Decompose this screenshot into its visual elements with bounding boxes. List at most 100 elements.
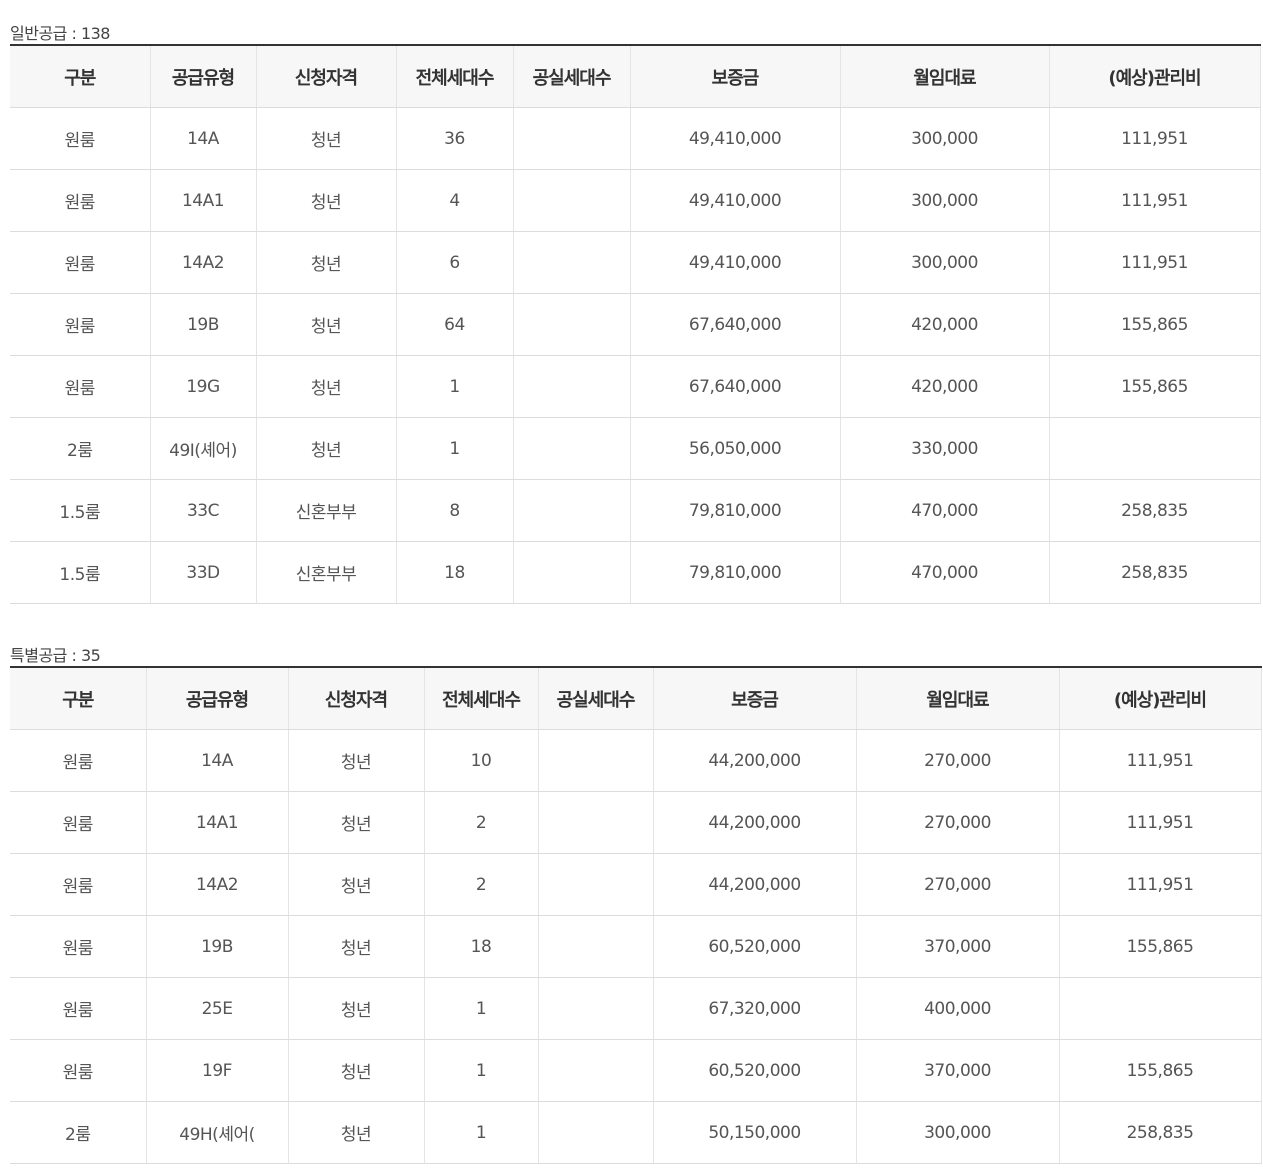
col-vacant-units-cell	[513, 231, 631, 294]
col-total-units-cell: 4	[396, 169, 514, 232]
col-eligibility-cell: 청년	[288, 977, 425, 1040]
col-eligibility-cell: 청년	[288, 1101, 425, 1164]
col-maintenance-fee-cell: 111,951	[1049, 231, 1261, 294]
col-monthly-rent-cell: 470,000	[840, 541, 1050, 604]
col-maintenance-fee-cell: 111,951	[1049, 107, 1261, 170]
col-category-cell: 2룸	[10, 1101, 147, 1164]
col-supply-type-cell: 19B	[146, 915, 289, 978]
col-category-cell: 원룸	[10, 977, 147, 1040]
col-deposit-cell: 79,810,000	[630, 479, 841, 542]
col-category-cell: 원룸	[10, 169, 151, 232]
col-eligibility-cell: 신혼부부	[256, 541, 397, 604]
col-deposit-cell: 60,520,000	[653, 915, 857, 978]
col-vacant-units-cell	[513, 107, 631, 170]
col-supply-type-cell: 14A2	[146, 853, 289, 916]
col-total-units-cell: 8	[396, 479, 514, 542]
table-row: 원룸 14A2 청년 6 49,410,000 300,000 111,951	[10, 231, 1261, 294]
col-category-cell: 원룸	[10, 355, 151, 418]
col-total-units-header: 전체세대수	[424, 667, 539, 730]
col-category-header: 구분	[10, 667, 147, 730]
col-vacant-units-cell	[538, 977, 654, 1040]
col-category-cell: 2룸	[10, 417, 151, 480]
col-vacant-units-cell	[538, 853, 654, 916]
col-supply-type-cell: 14A	[146, 729, 289, 792]
col-vacant-units-header: 공실세대수	[513, 45, 631, 108]
col-maintenance-fee-cell: 155,865	[1049, 355, 1261, 418]
table-header-row: 구분 공급유형 신청자격 전체세대수 공실세대수 보증금 월임대료 (예상)관리비	[10, 45, 1261, 108]
col-maintenance-fee-cell: 258,835	[1059, 1101, 1262, 1164]
col-vacant-units-cell	[513, 169, 631, 232]
col-monthly-rent-cell: 420,000	[840, 355, 1050, 418]
col-maintenance-fee-cell	[1059, 977, 1262, 1040]
col-vacant-units-cell	[513, 293, 631, 356]
col-total-units-cell: 2	[424, 853, 539, 916]
table-row: 원룸 19G 청년 1 67,640,000 420,000 155,865	[10, 355, 1261, 418]
col-maintenance-fee-cell: 258,835	[1049, 541, 1261, 604]
col-maintenance-fee-cell: 258,835	[1049, 479, 1261, 542]
col-monthly-rent-cell: 370,000	[856, 915, 1060, 978]
col-maintenance-fee-cell: 111,951	[1059, 729, 1262, 792]
table-row: 원룸 14A1 청년 4 49,410,000 300,000 111,951	[10, 169, 1261, 232]
col-supply-type-cell: 14A	[150, 107, 257, 170]
col-total-units-cell: 1	[424, 977, 539, 1040]
col-eligibility-cell: 청년	[288, 915, 425, 978]
col-total-units-cell: 1	[396, 417, 514, 480]
col-vacant-units-cell	[538, 1039, 654, 1102]
col-eligibility-cell: 청년	[256, 355, 397, 418]
col-deposit-cell: 67,640,000	[630, 355, 841, 418]
col-category-cell: 원룸	[10, 1039, 147, 1102]
table-row: 원룸 25E 청년 1 67,320,000 400,000	[10, 977, 1262, 1040]
col-category-cell: 원룸	[10, 107, 151, 170]
table-row: 원룸 19F 청년 1 60,520,000 370,000 155,865	[10, 1039, 1262, 1102]
col-deposit-cell: 44,200,000	[653, 729, 857, 792]
table-row: 2룸 49H(셰어(청년 1 50,150,000 300,000 258,835	[10, 1101, 1262, 1164]
col-eligibility-cell: 청년	[256, 231, 397, 294]
col-monthly-rent-cell: 330,000	[840, 417, 1050, 480]
col-category-cell: 원룸	[10, 729, 147, 792]
col-eligibility-header: 신청자격	[288, 667, 425, 730]
col-supply-type-cell: 19G	[150, 355, 257, 418]
col-total-units-cell: 2	[424, 791, 539, 854]
col-eligibility-cell: 청년	[256, 169, 397, 232]
col-category-cell: 원룸	[10, 915, 147, 978]
table-row: 원룸 14A 청년 36 49,410,000 300,000 111,951	[10, 107, 1261, 170]
col-supply-type-cell: 19F	[146, 1039, 289, 1102]
col-eligibility-cell: 청년	[288, 1039, 425, 1102]
col-monthly-rent-header: 월임대료	[856, 667, 1060, 730]
col-vacant-units-header: 공실세대수	[538, 667, 654, 730]
col-category-header: 구분	[10, 45, 151, 108]
col-category-cell: 원룸	[10, 231, 151, 294]
col-monthly-rent-cell: 270,000	[856, 853, 1060, 916]
col-monthly-rent-cell: 300,000	[840, 107, 1050, 170]
col-total-units-cell: 1	[396, 355, 514, 418]
col-supply-type-cell: 14A1	[146, 791, 289, 854]
col-total-units-cell: 18	[424, 915, 539, 978]
col-monthly-rent-header: 월임대료	[840, 45, 1050, 108]
col-maintenance-fee-cell: 155,865	[1049, 293, 1261, 356]
table-row: 2룸 49I(셰어) 청년 1 56,050,000 330,000	[10, 417, 1261, 480]
table-header-row: 구분 공급유형 신청자격 전체세대수 공실세대수 보증금 월임대료 (예상)관리비	[10, 667, 1262, 730]
col-monthly-rent-cell: 400,000	[856, 977, 1060, 1040]
col-monthly-rent-cell: 300,000	[840, 231, 1050, 294]
col-maintenance-fee-cell	[1049, 417, 1261, 480]
special-supply-title: 특별공급 : 35	[10, 646, 101, 665]
general-supply-title: 일반공급 : 138	[10, 24, 110, 43]
col-eligibility-cell: 청년	[256, 107, 397, 170]
col-supply-type-cell: 25E	[146, 977, 289, 1040]
col-supply-type-header: 공급유형	[150, 45, 257, 108]
col-supply-type-cell: 49I(셰어)	[150, 417, 257, 480]
col-deposit-cell: 67,640,000	[630, 293, 841, 356]
col-maintenance-fee-cell: 155,865	[1059, 1039, 1262, 1102]
table-row: 1.5룸 33D 신혼부부 18 79,810,000 470,000 258,835	[10, 541, 1261, 604]
col-total-units-cell: 64	[396, 293, 514, 356]
col-maintenance-fee-cell: 111,951	[1059, 791, 1262, 854]
col-supply-type-cell: 33D	[150, 541, 257, 604]
table-row: 원룸 14A1 청년 2 44,200,000 270,000 111,951	[10, 791, 1262, 854]
col-eligibility-cell: 청년	[288, 729, 425, 792]
col-vacant-units-cell	[513, 541, 631, 604]
col-total-units-cell: 1	[424, 1039, 539, 1102]
table-row: 1.5룸 33C 신혼부부 8 79,810,000 470,000 258,835	[10, 479, 1261, 542]
col-category-cell: 원룸	[10, 853, 147, 916]
col-monthly-rent-cell: 420,000	[840, 293, 1050, 356]
col-monthly-rent-cell: 300,000	[840, 169, 1050, 232]
